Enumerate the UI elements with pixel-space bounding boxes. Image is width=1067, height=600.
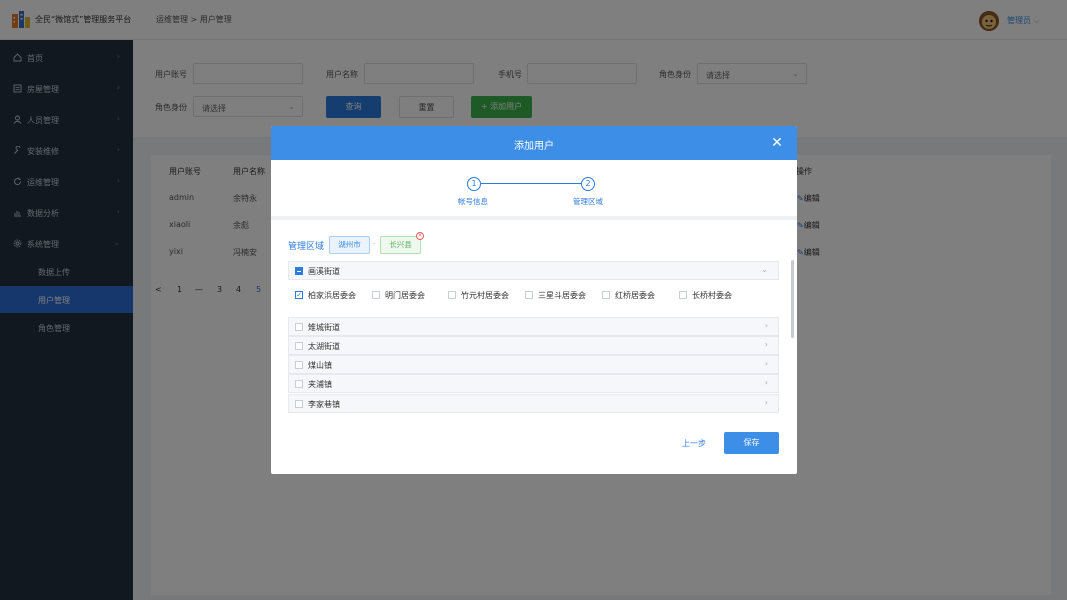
group-label: 煤山镇 (308, 361, 332, 370)
add-user-dialog: 添加用户 ✕ 1 帐号信息 2 管理区域 管理区域 湖州市 - 长兴县 × 画溪… (271, 126, 797, 474)
tag-county[interactable]: 长兴县 (380, 236, 421, 254)
checkbox[interactable] (448, 291, 456, 299)
group-row[interactable]: 太湖街道 › (288, 336, 779, 355)
chevron-down-icon: ⌄ (761, 265, 768, 274)
group-row[interactable]: 煤山镇 › (288, 355, 779, 374)
village-label: 长桥村委会 (692, 291, 732, 300)
checkbox[interactable] (525, 291, 533, 299)
step-divider (271, 216, 797, 220)
area-label: 管理区域 (288, 242, 325, 252)
checkbox[interactable] (679, 291, 687, 299)
checked-checkbox[interactable]: ✓ (295, 291, 303, 299)
scrollbar[interactable] (791, 260, 794, 338)
village-label: 柏家浜居委会 (308, 291, 356, 300)
tag-separator: - (373, 240, 376, 248)
step-2-label: 管理区域 (573, 197, 603, 206)
village-label: 明门居委会 (385, 291, 425, 300)
checkbox[interactable] (295, 323, 303, 331)
chevron-right-icon: › (764, 398, 768, 407)
chevron-right-icon: › (764, 340, 768, 349)
step-1-label: 帐号信息 (458, 197, 488, 206)
group-label: 夹浦镇 (308, 380, 332, 389)
village-label: 红桥居委会 (615, 291, 655, 300)
group-label: 太湖街道 (308, 342, 340, 351)
close-icon[interactable]: ✕ (769, 135, 785, 151)
village-label: 三星斗居委会 (538, 291, 586, 300)
group-row[interactable]: 夹浦镇 › (288, 374, 779, 393)
save-button[interactable]: 保存 (724, 432, 779, 454)
village-label: 竹元村居委会 (461, 291, 509, 300)
checkbox[interactable] (295, 361, 303, 369)
group-row-expanded[interactable]: 画溪街道 ⌄ (288, 261, 779, 280)
remove-tag-icon[interactable]: × (416, 232, 424, 240)
checkbox[interactable] (295, 400, 303, 408)
chevron-right-icon: › (764, 359, 768, 368)
checkbox[interactable] (372, 291, 380, 299)
tag-city[interactable]: 湖州市 (329, 236, 370, 254)
group-label: 雉城街道 (308, 323, 340, 332)
checkbox[interactable] (602, 291, 610, 299)
prev-step-button[interactable]: 上一步 (682, 438, 706, 449)
group-row[interactable]: 李家巷镇 › (288, 394, 779, 413)
step-1-circle: 1 (467, 177, 481, 191)
step-2-circle: 2 (581, 177, 595, 191)
group-row[interactable]: 雉城街道 › (288, 317, 779, 336)
group-label: 李家巷镇 (308, 400, 340, 409)
dialog-title: 添加用户 (514, 141, 554, 152)
chevron-right-icon: › (764, 321, 768, 330)
checkbox[interactable] (295, 380, 303, 388)
step-connector (481, 183, 583, 184)
checkbox[interactable] (295, 342, 303, 350)
group-label: 画溪街道 (308, 267, 340, 276)
chevron-right-icon: › (764, 378, 768, 387)
indeterminate-checkbox[interactable] (295, 267, 303, 275)
